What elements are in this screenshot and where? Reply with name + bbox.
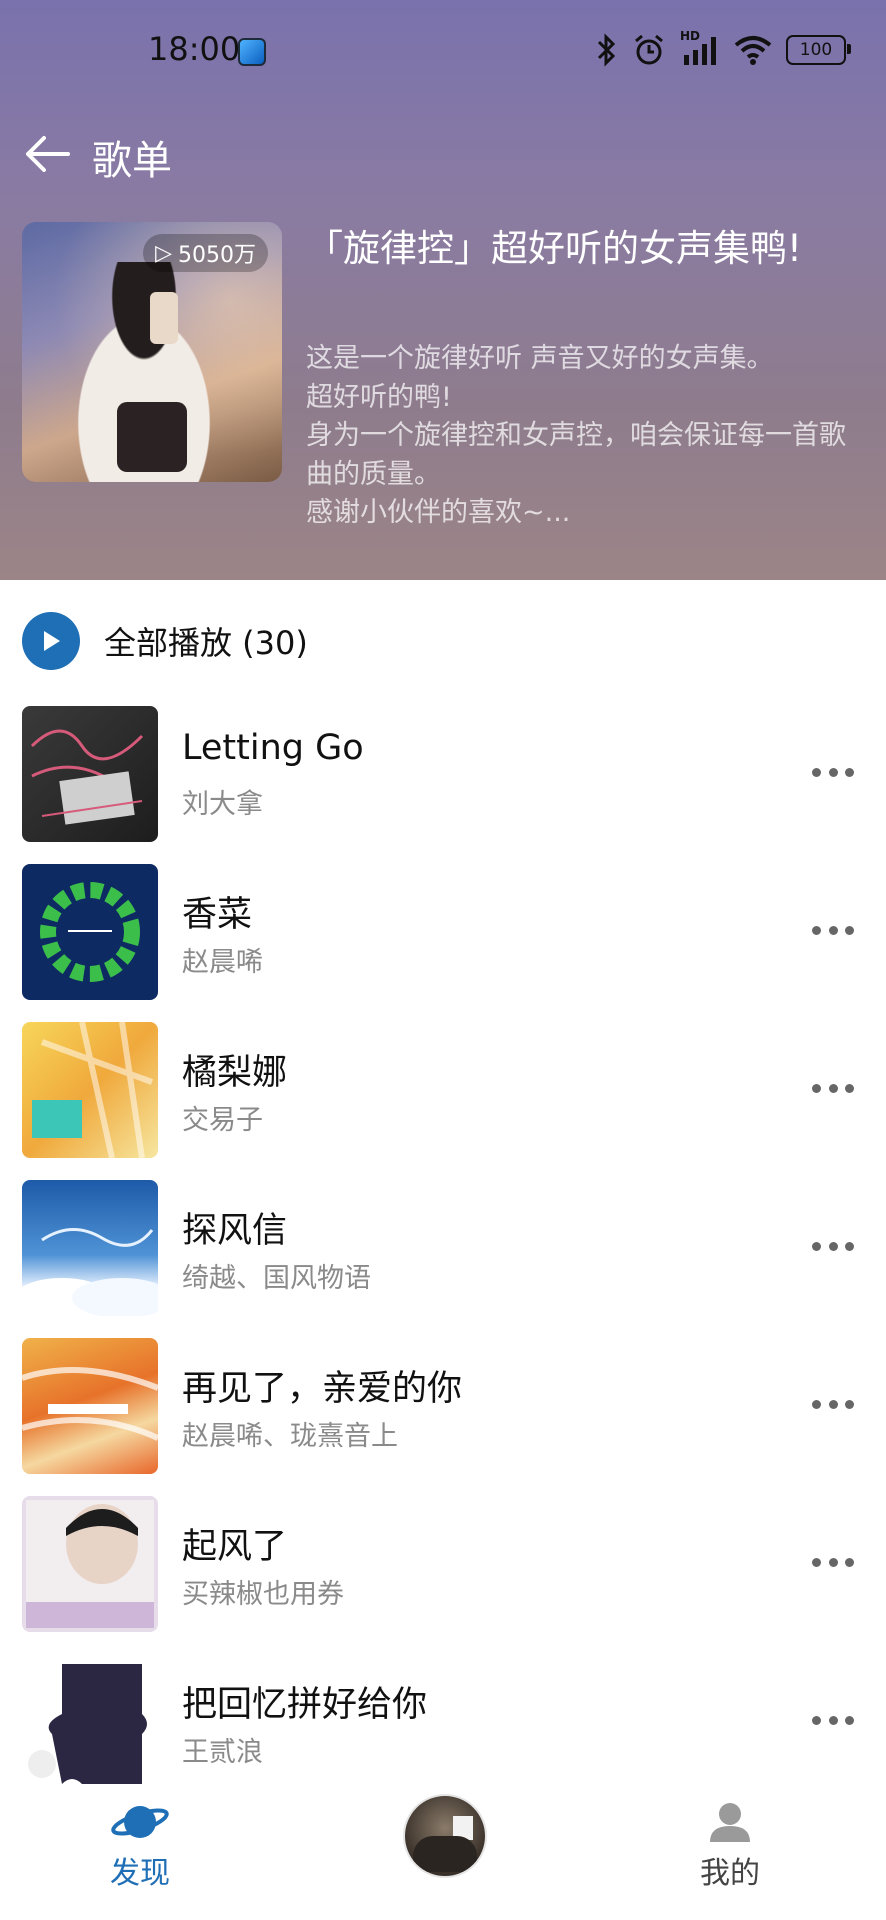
playlist-description[interactable]: 这是一个旋律好听 声音又好的女声集。 超好听的鸭! 身为一个旋律控和女声控，咱会…	[306, 340, 866, 533]
user-icon	[710, 1803, 750, 1842]
song-artist: 交易子	[182, 1105, 263, 1136]
signal-icon: HD	[680, 29, 720, 67]
album-art	[22, 1180, 158, 1316]
play-all-button[interactable]: 全部播放 (30)	[22, 612, 308, 670]
tab-mine[interactable]: 我的	[700, 1800, 760, 1892]
bottom-tab-bar: 发现 我的	[0, 1790, 886, 1920]
song-artist: 赵晨唏、珑熹音上	[182, 1421, 398, 1452]
back-arrow-icon[interactable]	[22, 132, 74, 176]
play-outline-icon: ▷	[155, 240, 172, 266]
tab-mine-label: 我的	[700, 1856, 760, 1891]
song-row[interactable]: 再见了，亲爱的你 赵晨唏、珑熹音上	[0, 1338, 886, 1474]
playlist-cover[interactable]: ▷ 5050万	[22, 222, 282, 482]
app-notification-icon	[238, 38, 266, 66]
status-bar: 18:00 HD 100	[0, 0, 886, 100]
song-list: 全部播放 (30) Letting Go 刘大拿 香菜 赵晨唏 橘梨娜 交易子 …	[0, 580, 886, 1790]
song-artist: 买辣椒也用券	[182, 1579, 344, 1610]
song-title: Letting Go	[182, 728, 364, 768]
song-artist: 王贰浪	[182, 1737, 263, 1768]
play-icon[interactable]	[22, 612, 80, 670]
song-title: 再见了，亲爱的你	[182, 1369, 463, 1409]
more-options-icon[interactable]	[812, 1232, 854, 1260]
tab-discover[interactable]: 发现	[110, 1800, 170, 1892]
more-options-icon[interactable]	[812, 1390, 854, 1418]
song-row[interactable]: 把回忆拼好给你 王贰浪	[0, 1654, 886, 1790]
battery-icon: 100	[786, 35, 851, 65]
playlist-title[interactable]: 「旋律控」超好听的女声集鸭!	[306, 222, 846, 276]
play-count-badge: ▷ 5050万	[143, 234, 268, 272]
more-options-icon[interactable]	[812, 758, 854, 786]
play-count: 5050万	[178, 243, 256, 268]
tab-discover-label: 发现	[110, 1856, 170, 1891]
battery-level: 100	[799, 40, 833, 60]
song-title: 橘梨娜	[182, 1053, 288, 1093]
more-options-icon[interactable]	[812, 1548, 854, 1576]
planet-icon	[111, 1806, 169, 1838]
song-title: 香菜	[182, 895, 253, 935]
song-row[interactable]: 香菜 赵晨唏	[0, 864, 886, 1000]
wifi-icon	[734, 36, 772, 65]
song-artist: 赵晨唏	[182, 947, 263, 978]
album-art	[22, 1654, 158, 1790]
song-title: 把回忆拼好给你	[182, 1685, 428, 1725]
song-title: 起风了	[182, 1527, 288, 1567]
album-art	[22, 706, 158, 842]
bluetooth-icon	[597, 33, 616, 67]
more-options-icon[interactable]	[812, 1706, 854, 1734]
song-row[interactable]: Letting Go 刘大拿	[0, 706, 886, 842]
song-row[interactable]: 橘梨娜 交易子	[0, 1022, 886, 1158]
song-artist: 刘大拿	[182, 789, 263, 820]
now-playing-avatar[interactable]	[403, 1794, 487, 1878]
song-row[interactable]: 探风信 绮越、国风物语	[0, 1180, 886, 1316]
album-art	[22, 1022, 158, 1158]
more-options-icon[interactable]	[812, 916, 854, 944]
song-row[interactable]: 起风了 买辣椒也用券	[0, 1496, 886, 1632]
alarm-icon	[635, 34, 663, 65]
album-art	[22, 1496, 158, 1632]
song-title: 探风信	[182, 1211, 288, 1251]
more-options-icon[interactable]	[812, 1074, 854, 1102]
song-artist: 绮越、国风物语	[182, 1263, 371, 1294]
album-art	[22, 864, 158, 1000]
status-time: 18:00	[148, 30, 241, 68]
page-title: 歌单	[92, 138, 172, 184]
album-art	[22, 1338, 158, 1474]
play-all-label: 全部播放 (30)	[104, 624, 308, 662]
